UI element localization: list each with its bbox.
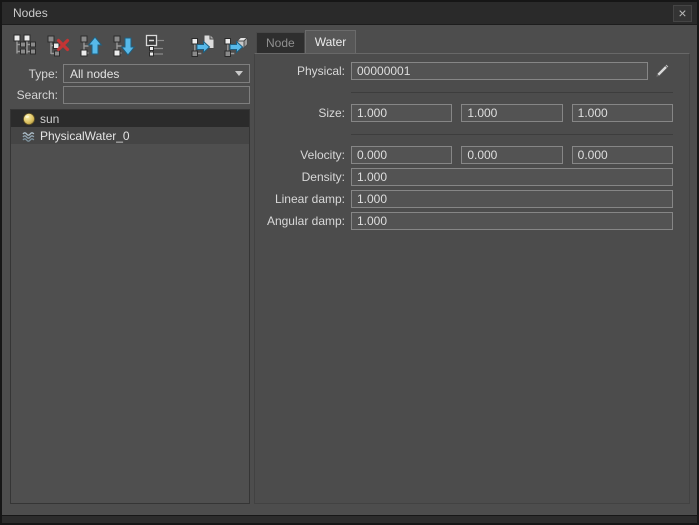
search-row: Search:	[10, 86, 250, 104]
right-panel: Node Water Physical:	[254, 30, 690, 504]
velocity-z-field[interactable]	[572, 146, 673, 164]
tree-delete-icon	[46, 34, 70, 58]
tree-item-label: PhysicalWater_0	[40, 129, 130, 143]
velocity-x-field[interactable]	[351, 146, 452, 164]
type-label: Type:	[10, 67, 58, 81]
collapse-tree-button[interactable]	[142, 31, 171, 60]
tree-collapse-icon	[145, 34, 169, 58]
client-area: Type: All nodes Search:	[2, 25, 697, 516]
linear-damp-field[interactable]	[351, 190, 673, 208]
physical-field[interactable]	[351, 62, 648, 80]
edit-physical-button[interactable]	[651, 62, 673, 80]
type-dropdown[interactable]: All nodes	[63, 64, 250, 83]
linear-damp-row: Linear damp:	[261, 190, 673, 208]
tab-node[interactable]: Node	[256, 32, 305, 53]
size-x-field[interactable]	[351, 104, 452, 122]
linear-damp-label: Linear damp:	[261, 192, 351, 206]
tree-export-object-icon	[224, 34, 248, 58]
velocity-label: Velocity:	[261, 148, 351, 162]
chevron-down-icon	[235, 71, 243, 76]
move-node-down-button[interactable]	[109, 31, 138, 60]
angular-damp-label: Angular damp:	[261, 214, 351, 228]
node-tree[interactable]: sun PhysicalWater_0	[10, 109, 250, 504]
tree-export-file-icon	[191, 34, 215, 58]
close-icon[interactable]: ×	[673, 5, 692, 22]
size-z-field[interactable]	[572, 104, 673, 122]
move-node-up-button[interactable]	[76, 31, 105, 60]
velocity-y-field[interactable]	[461, 146, 562, 164]
angular-damp-row: Angular damp:	[261, 212, 673, 230]
export-node-to-file-button[interactable]	[188, 31, 217, 60]
physical-row: Physical:	[261, 62, 673, 80]
velocity-row: Velocity:	[261, 146, 673, 164]
left-panel: Type: All nodes Search:	[10, 30, 250, 504]
density-label: Density:	[261, 170, 351, 184]
tree-move-up-icon	[79, 34, 103, 58]
type-filter-row: Type: All nodes	[10, 64, 250, 83]
tree-new-icon	[13, 34, 37, 58]
type-dropdown-value: All nodes	[70, 67, 119, 81]
angular-damp-field[interactable]	[351, 212, 673, 230]
toolbar	[10, 30, 250, 61]
size-label: Size:	[261, 106, 351, 120]
window-bottom-frame	[2, 515, 697, 523]
pencil-icon	[653, 62, 671, 80]
delete-node-button[interactable]	[43, 31, 72, 60]
water-tab-pane: Physical: Size:	[254, 53, 690, 504]
tab-water[interactable]: Water	[305, 30, 357, 53]
water-icon	[22, 129, 37, 143]
sun-icon	[22, 112, 37, 126]
physical-label: Physical:	[261, 64, 351, 78]
export-node-to-object-button[interactable]	[221, 31, 250, 60]
search-input[interactable]	[63, 86, 250, 104]
tree-item-physicalwater[interactable]: PhysicalWater_0	[11, 127, 249, 144]
search-label: Search:	[10, 88, 58, 102]
size-y-field[interactable]	[461, 104, 562, 122]
density-row: Density:	[261, 168, 673, 186]
size-row: Size:	[261, 104, 673, 122]
titlebar: Nodes ×	[2, 2, 697, 25]
tree-move-down-icon	[112, 34, 136, 58]
density-field[interactable]	[351, 168, 673, 186]
tree-item-sun[interactable]: sun	[11, 110, 249, 127]
separator	[351, 134, 673, 135]
tab-bar: Node Water	[254, 30, 690, 53]
new-node-button[interactable]	[10, 31, 39, 60]
separator	[351, 92, 673, 93]
nodes-window: Nodes ×	[0, 0, 699, 525]
window-title: Nodes	[13, 6, 673, 20]
tree-item-label: sun	[40, 112, 59, 126]
